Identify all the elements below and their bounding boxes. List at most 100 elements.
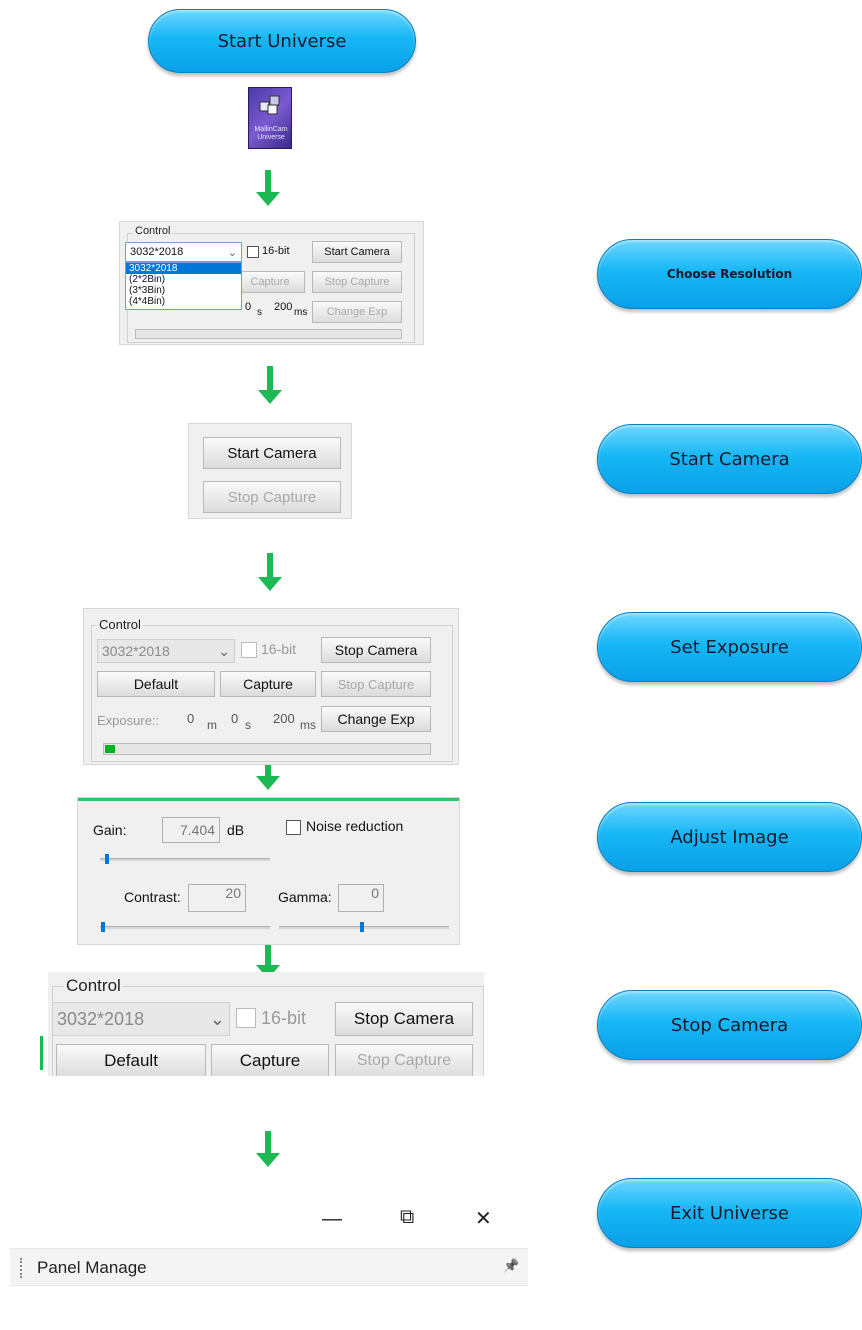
arrow-head [258,390,282,404]
panel-manage-bar: Panel Manage 📌 [10,1248,528,1286]
16bit-label: 16-bit [262,245,290,257]
ms-unit: ms [294,307,308,318]
stop-capture-button[interactable]: Stop Capture [203,481,341,513]
choose-resolution-step: Choose Resolution [597,239,862,309]
control-group-label: Control [133,225,173,237]
stop-camera-screenshot: Control 3032*2018 ⌄ 16-bit Stop Camera De… [48,972,484,1076]
noise-reduction-checkbox[interactable] [286,820,301,835]
grip-icon[interactable] [20,1258,23,1278]
dropdown-option[interactable]: (2*2Bin) [126,274,241,285]
restore-icon[interactable]: ⧉ [400,1206,414,1229]
start-camera-label: Start Camera [669,448,790,470]
gamma-label: Gamma: [278,889,332,905]
arrow-head [258,577,282,591]
16bit-label: 16-bit [261,1008,307,1028]
flow-arrow-6 [256,1131,280,1169]
16bit-checkbox[interactable] [241,642,257,658]
exposure-screenshot: Control 3032*2018 ⌄ 16-bit Stop Camera De… [83,608,459,765]
cube-icon [259,94,281,116]
dropdown-option[interactable]: 3032*2018 [126,263,241,274]
arrow-head [256,776,280,790]
flow-arrow-1 [256,170,280,208]
mallincam-universe-icon[interactable]: MallinCam Universe [248,87,292,149]
stop-capture-button[interactable]: Stop Capture [335,1044,473,1076]
arrow-shaft [267,553,273,579]
ms-value: 200 [273,711,295,726]
sec-unit: s [257,307,262,318]
adjust-image-step: Adjust Image [597,802,862,872]
arrow-shaft [265,170,271,194]
resolution-value: 3032*2018 [102,643,170,659]
start-camera-screenshot: Start Camera Stop Capture [188,423,352,519]
resolution-screenshot: Control 3032*2018 ⌄ 16-bit Start Camera C… [119,221,424,345]
ms-unit: ms [300,718,316,732]
change-exp-button[interactable]: Change Exp [312,301,402,323]
default-button[interactable]: Default [56,1044,206,1076]
start-camera-step: Start Camera [597,424,862,494]
min-unit: m [207,718,217,732]
16bit-label: 16-bit [261,641,297,657]
panel-manage-title: Panel Manage [37,1258,147,1277]
default-button[interactable]: Default [97,671,215,697]
contrast-slider[interactable] [100,926,270,929]
min-value: 0 [187,711,195,726]
gamma-field[interactable]: 0 [338,884,384,912]
stop-capture-button[interactable]: Stop Capture [321,671,431,697]
flow-arrow-3 [258,553,282,593]
stop-camera-button[interactable]: Stop Camera [321,637,431,663]
icon-label-line1: MallinCam [254,126,288,133]
resolution-select[interactable]: 3032*2018 ⌄ [97,639,235,663]
start-camera-button[interactable]: Start Camera [203,437,341,469]
chevron-down-icon: ⌄ [227,246,237,259]
gain-label: Gain: [93,822,127,838]
capture-button[interactable]: Capture [235,271,305,293]
contrast-field[interactable]: 20 [188,884,246,912]
capture-button[interactable]: Capture [220,671,316,697]
adjust-image-label: Adjust Image [670,826,789,848]
resolution-select[interactable]: 3032*2018 ⌄ [125,242,242,262]
icon-label-line2: Universe [257,134,285,141]
dropdown-option[interactable]: (3*3Bin) [126,285,241,296]
16bit-checkbox[interactable] [236,1008,256,1028]
resolution-select[interactable]: 3032*2018 ⌄ [52,1002,230,1036]
gain-field[interactable]: 7.404 [162,817,220,843]
exposure-progress [103,743,431,755]
pin-icon[interactable]: 📌 [503,1258,519,1274]
set-exposure-label: Set Exposure [670,636,789,658]
noise-reduction-label: Noise reduction [306,818,404,834]
arrow-head [256,192,280,206]
window-controls: — ⧉ ✕ [300,1206,530,1242]
stop-camera-button[interactable]: Stop Camera [335,1002,473,1036]
sec-value: 0 [231,711,239,726]
16bit-checkbox[interactable] [247,246,259,258]
set-exposure-step: Set Exposure [597,612,862,682]
minimize-icon[interactable]: — [322,1208,342,1231]
exit-universe-step: Exit Universe [597,1178,862,1248]
close-icon[interactable]: ✕ [475,1206,492,1231]
chevron-down-icon: ⌄ [209,1008,225,1029]
gain-slider-thumb[interactable] [105,854,109,864]
resolution-value: 3032*2018 [130,246,184,258]
stop-camera-step: Stop Camera [597,990,862,1060]
contrast-slider-thumb[interactable] [101,922,105,932]
gamma-slider[interactable] [279,926,449,929]
sec-value: 0 [245,301,252,313]
stop-capture-button[interactable]: Stop Capture [312,271,402,293]
flow-arrow-2 [258,366,282,406]
start-camera-button[interactable]: Start Camera [312,241,402,263]
change-exp-button[interactable]: Change Exp [321,706,431,732]
arrow-shaft [267,366,273,392]
resolution-dropdown-list[interactable]: 3032*2018 (2*2Bin) (3*3Bin) (4*4Bin) [125,262,242,310]
arrow-head [256,1153,280,1167]
capture-button[interactable]: Capture [211,1044,329,1076]
gamma-slider-thumb[interactable] [360,922,364,932]
exposure-label: Exposure:: [97,713,160,728]
choose-resolution-label: Choose Resolution [666,267,793,281]
ms-value: 200 [274,301,293,313]
progress-fill [105,745,115,753]
contrast-label: Contrast: [124,889,181,905]
sec-unit: s [245,718,251,732]
gain-slider[interactable] [100,858,270,861]
dropdown-option[interactable]: (4*4Bin) [126,296,241,307]
start-universe-label: Start Universe [217,30,347,52]
